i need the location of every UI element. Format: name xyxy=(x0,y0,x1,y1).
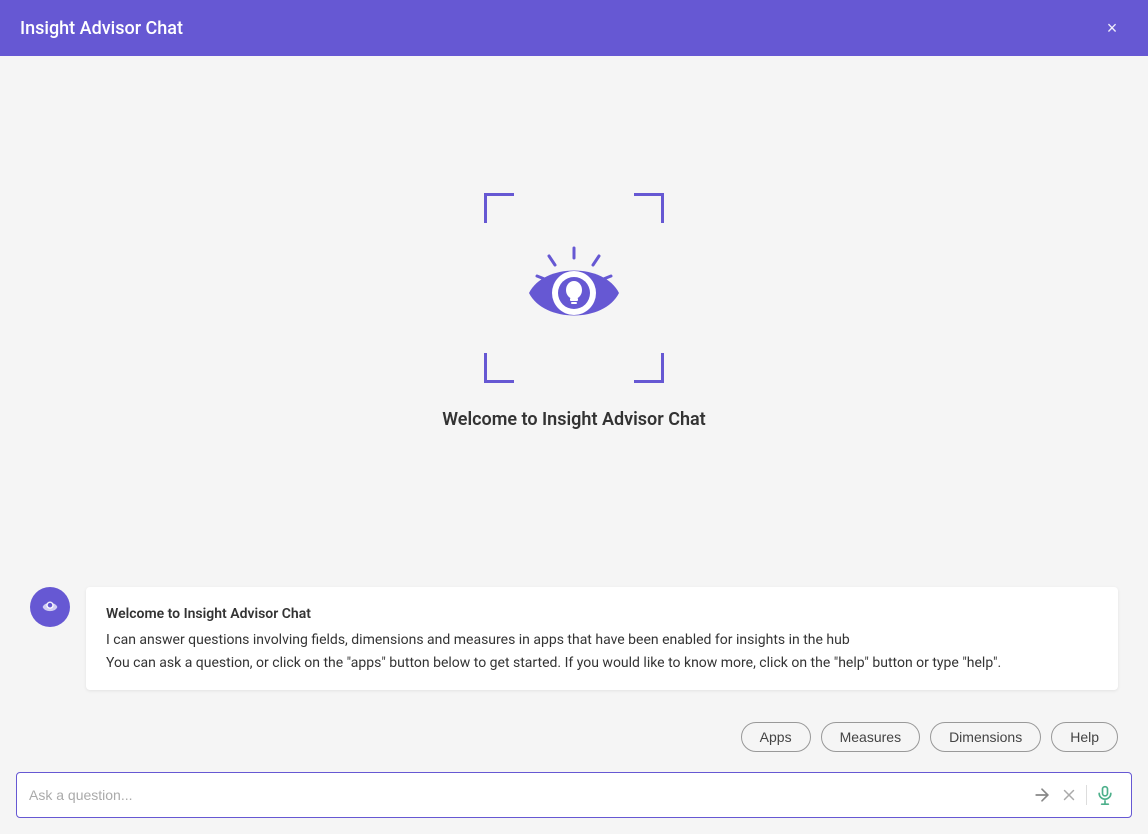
bracket-bottom-left xyxy=(484,353,514,383)
bracket-top-left xyxy=(484,193,514,223)
message-bubble: Welcome to Insight Advisor Chat I can an… xyxy=(86,587,1118,690)
input-area xyxy=(0,764,1148,834)
clear-button[interactable] xyxy=(1056,782,1082,808)
welcome-text: Welcome to Insight Advisor Chat xyxy=(442,409,705,430)
bracket-bottom-right xyxy=(634,353,664,383)
message-line2: You can ask a question, or click on the … xyxy=(106,652,1098,674)
welcome-area: Welcome to Insight Advisor Chat xyxy=(0,56,1148,567)
insight-advisor-icon xyxy=(519,238,629,348)
submit-button[interactable] xyxy=(1028,781,1056,809)
chat-area: Welcome to Insight Advisor Chat I can an… xyxy=(0,567,1148,710)
bracket-top-right xyxy=(634,193,664,223)
main-content: Welcome to Insight Advisor Chat Welcome … xyxy=(0,56,1148,834)
mic-button[interactable] xyxy=(1091,781,1119,809)
message-line1: I can answer questions involving fields,… xyxy=(106,629,1098,651)
avatar xyxy=(30,587,70,627)
chat-message: Welcome to Insight Advisor Chat I can an… xyxy=(30,587,1118,690)
app-title: Insight Advisor Chat xyxy=(20,18,183,39)
help-button[interactable]: Help xyxy=(1051,722,1118,752)
question-input[interactable] xyxy=(29,787,1028,803)
apps-button[interactable]: Apps xyxy=(741,722,811,752)
measures-button[interactable]: Measures xyxy=(821,722,920,752)
close-button[interactable]: × xyxy=(1096,12,1128,44)
dimensions-button[interactable]: Dimensions xyxy=(930,722,1041,752)
app-window: Insight Advisor Chat × xyxy=(0,0,1148,834)
action-buttons-row: Apps Measures Dimensions Help xyxy=(0,710,1148,764)
header: Insight Advisor Chat × xyxy=(0,0,1148,56)
logo-container xyxy=(464,193,684,393)
input-divider xyxy=(1086,785,1087,805)
input-wrapper xyxy=(16,772,1132,818)
message-title: Welcome to Insight Advisor Chat xyxy=(106,603,1098,625)
